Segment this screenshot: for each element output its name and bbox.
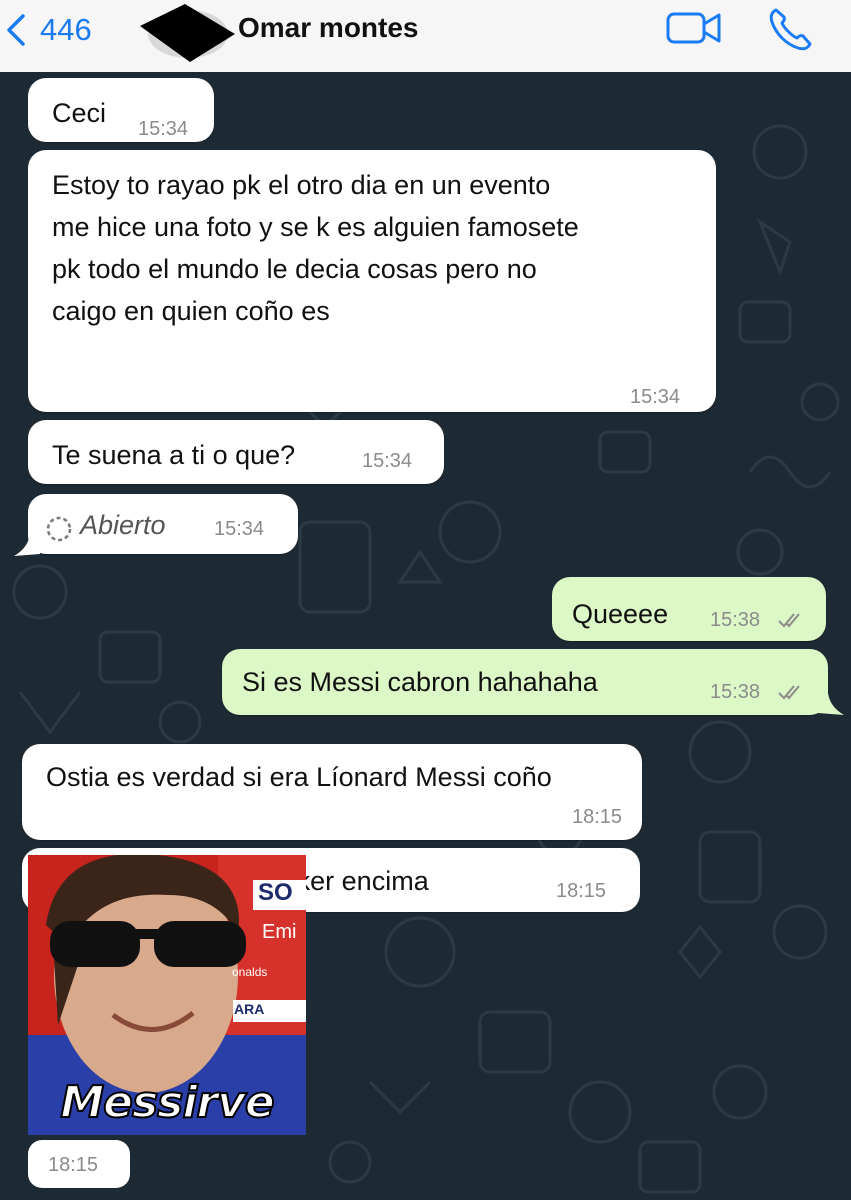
sticker-image[interactable]: SO Emi onalds ARA Messirve [28,855,306,1135]
phone-icon[interactable] [766,6,814,52]
chat-area[interactable]: Ceci 15:34 Estoy to rayao pk el otro dia… [0,72,851,1200]
message-text: Ostia es verdad si era Líonard Messi coñ… [46,762,552,792]
sticker-background-text: onalds [232,965,268,979]
sticker-time-badge: 18:15 [28,1140,130,1188]
bubble-tail [818,693,844,715]
view-once-message[interactable]: Abierto 15:34 [14,494,298,556]
message-bubble[interactable]: Te suena a ti o que? 15:34 [28,420,444,484]
message-bubble[interactable]: Queeee 15:38 [552,577,826,641]
bubble-tail [14,534,40,556]
message-time: 18:15 [48,1154,99,1176]
message-bubble[interactable]: Estoy to rayao pk el otro dia en un even… [28,150,716,412]
message-time: 15:38 [710,681,761,703]
message-bubble[interactable]: Ceci 15:34 [28,78,214,142]
unread-count: 446 [40,12,92,47]
message-time: 18:15 [572,806,623,828]
read-receipt-icon [778,685,800,700]
message-time: 15:38 [710,609,761,631]
message-bubble[interactable]: Ostia es verdad si era Líonard Messi coñ… [22,744,642,840]
sticker-background-text: ARA [234,1001,265,1017]
read-receipt-icon [778,613,800,628]
video-camera-icon[interactable] [665,8,723,48]
message-text: Ceci [52,98,107,128]
message-text: Te suena a ti o que? [52,440,296,470]
message-line: me hice una foto y se k es alguien famos… [52,212,579,242]
message-line: pk todo el mundo le decia cosas pero no [52,254,537,284]
contact-name[interactable]: Omar montes [238,12,419,44]
message-time: 15:34 [214,518,265,540]
chevron-left-icon [7,14,25,46]
message-line: caigo en quien coño es [52,296,330,326]
avatar[interactable] [140,4,235,62]
view-once-opened-icon [46,516,72,542]
sticker-caption: Messirve [59,1076,275,1129]
message-text: Estoy to rayao pk el otro dia en un even… [52,164,579,332]
message-text: Si es Messi cabron hahahaha [242,667,598,697]
message-time: 18:15 [556,880,607,902]
chat-header: 446 Omar montes [0,0,851,73]
message-text: Abierto [80,510,166,540]
back-button[interactable]: 446 [4,8,92,52]
sticker-background-text: SO [258,879,293,906]
message-bubble[interactable]: Si es Messi cabron hahahaha 15:38 [222,649,844,715]
message-time: 15:34 [630,386,681,408]
sticker-background-text: Emi [262,921,297,943]
message-time: 15:34 [138,118,189,140]
message-time: 15:34 [362,450,413,472]
message-line: Estoy to rayao pk el otro dia en un even… [52,170,551,200]
message-text: Queeee [572,599,669,629]
